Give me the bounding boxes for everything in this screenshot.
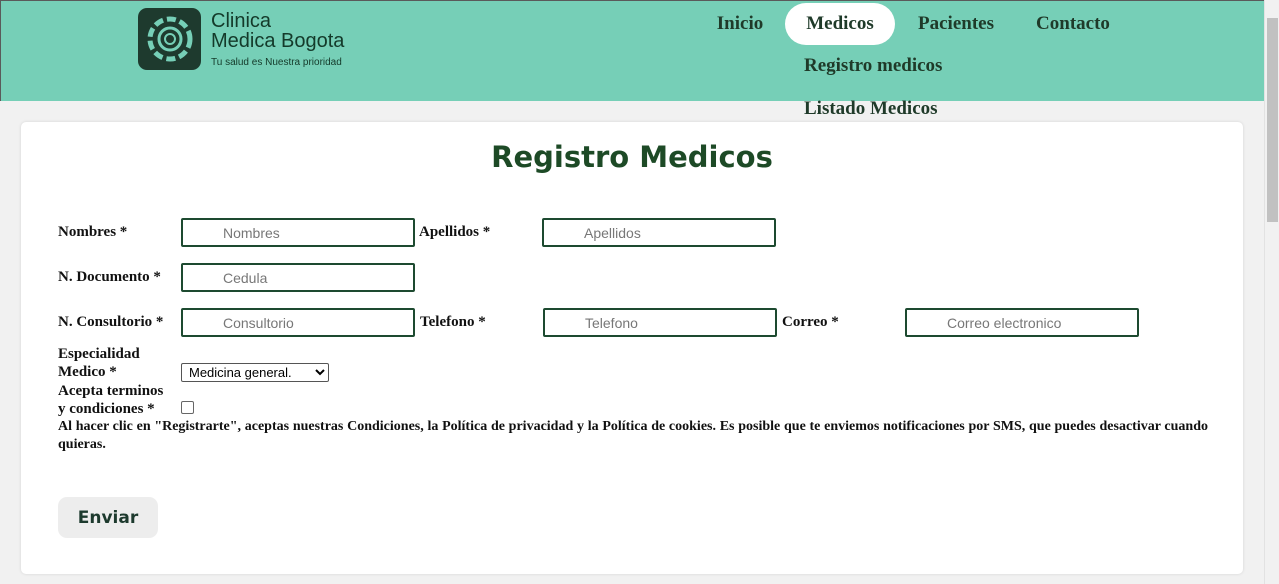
correo-input[interactable] <box>905 308 1139 337</box>
consultorio-input[interactable] <box>181 308 415 337</box>
nombres-label: Nombres * <box>58 224 128 240</box>
nav-item-medicos[interactable]: Medicos <box>785 3 895 45</box>
terminos-label: Acepta terminos y condiciones * <box>58 382 163 418</box>
terminos-label-line2: y condiciones * <box>58 401 155 417</box>
submenu-registro-medicos[interactable]: Registro medicos <box>804 55 942 77</box>
brand-tagline: Tu salud es Nuestra prioridad <box>211 57 342 68</box>
documento-input[interactable] <box>181 263 415 292</box>
telefono-label: Telefono * <box>420 314 486 330</box>
brand-logo[interactable]: Clinica Medica Bogota Tu salud es Nuestr… <box>138 8 344 70</box>
registration-form-card: Registro Medicos Nombres * Apellidos * N… <box>21 122 1243 574</box>
page-title: Registro Medicos <box>491 140 773 174</box>
brand-name-line2: Medica Bogota <box>211 30 345 52</box>
terminos-checkbox[interactable] <box>181 401 194 414</box>
especialidad-label-line2: Medico * <box>58 364 117 380</box>
especialidad-select[interactable]: Medicina general. <box>181 363 329 382</box>
header-bar: Clinica Medica Bogota Tu salud es Nuestr… <box>0 0 1264 101</box>
submenu-listado-medicos[interactable]: Listado Medicos <box>804 98 938 120</box>
submit-button[interactable]: Enviar <box>58 497 158 538</box>
nav-item-contacto[interactable]: Contacto <box>1023 3 1123 45</box>
apellidos-input[interactable] <box>542 218 776 247</box>
page-scrollbar[interactable] <box>1264 0 1279 584</box>
nombres-input[interactable] <box>181 218 415 247</box>
correo-label: Correo * <box>782 314 839 330</box>
especialidad-label: Especialidad Medico * <box>58 345 140 381</box>
apellidos-label: Apellidos * <box>419 224 491 240</box>
scrollbar-thumb[interactable] <box>1267 18 1278 222</box>
brand-name-line1: Clinica <box>211 10 272 32</box>
terminos-label-line1: Acepta terminos <box>58 383 164 399</box>
nav-item-pacientes[interactable]: Pacientes <box>902 3 1010 45</box>
consultorio-label: N. Consultorio * <box>58 314 164 330</box>
telefono-input[interactable] <box>543 308 777 337</box>
documento-label: N. Documento * <box>58 269 161 285</box>
especialidad-label-line1: Especialidad <box>58 346 140 362</box>
clinic-logo-icon <box>138 8 201 70</box>
nav-item-inicio[interactable]: Inicio <box>697 3 783 45</box>
brand-text: Clinica Medica Bogota Tu salud es Nuestr… <box>211 11 344 68</box>
legal-notice: Al hacer clic en "Registrarte", aceptas … <box>58 419 1208 452</box>
